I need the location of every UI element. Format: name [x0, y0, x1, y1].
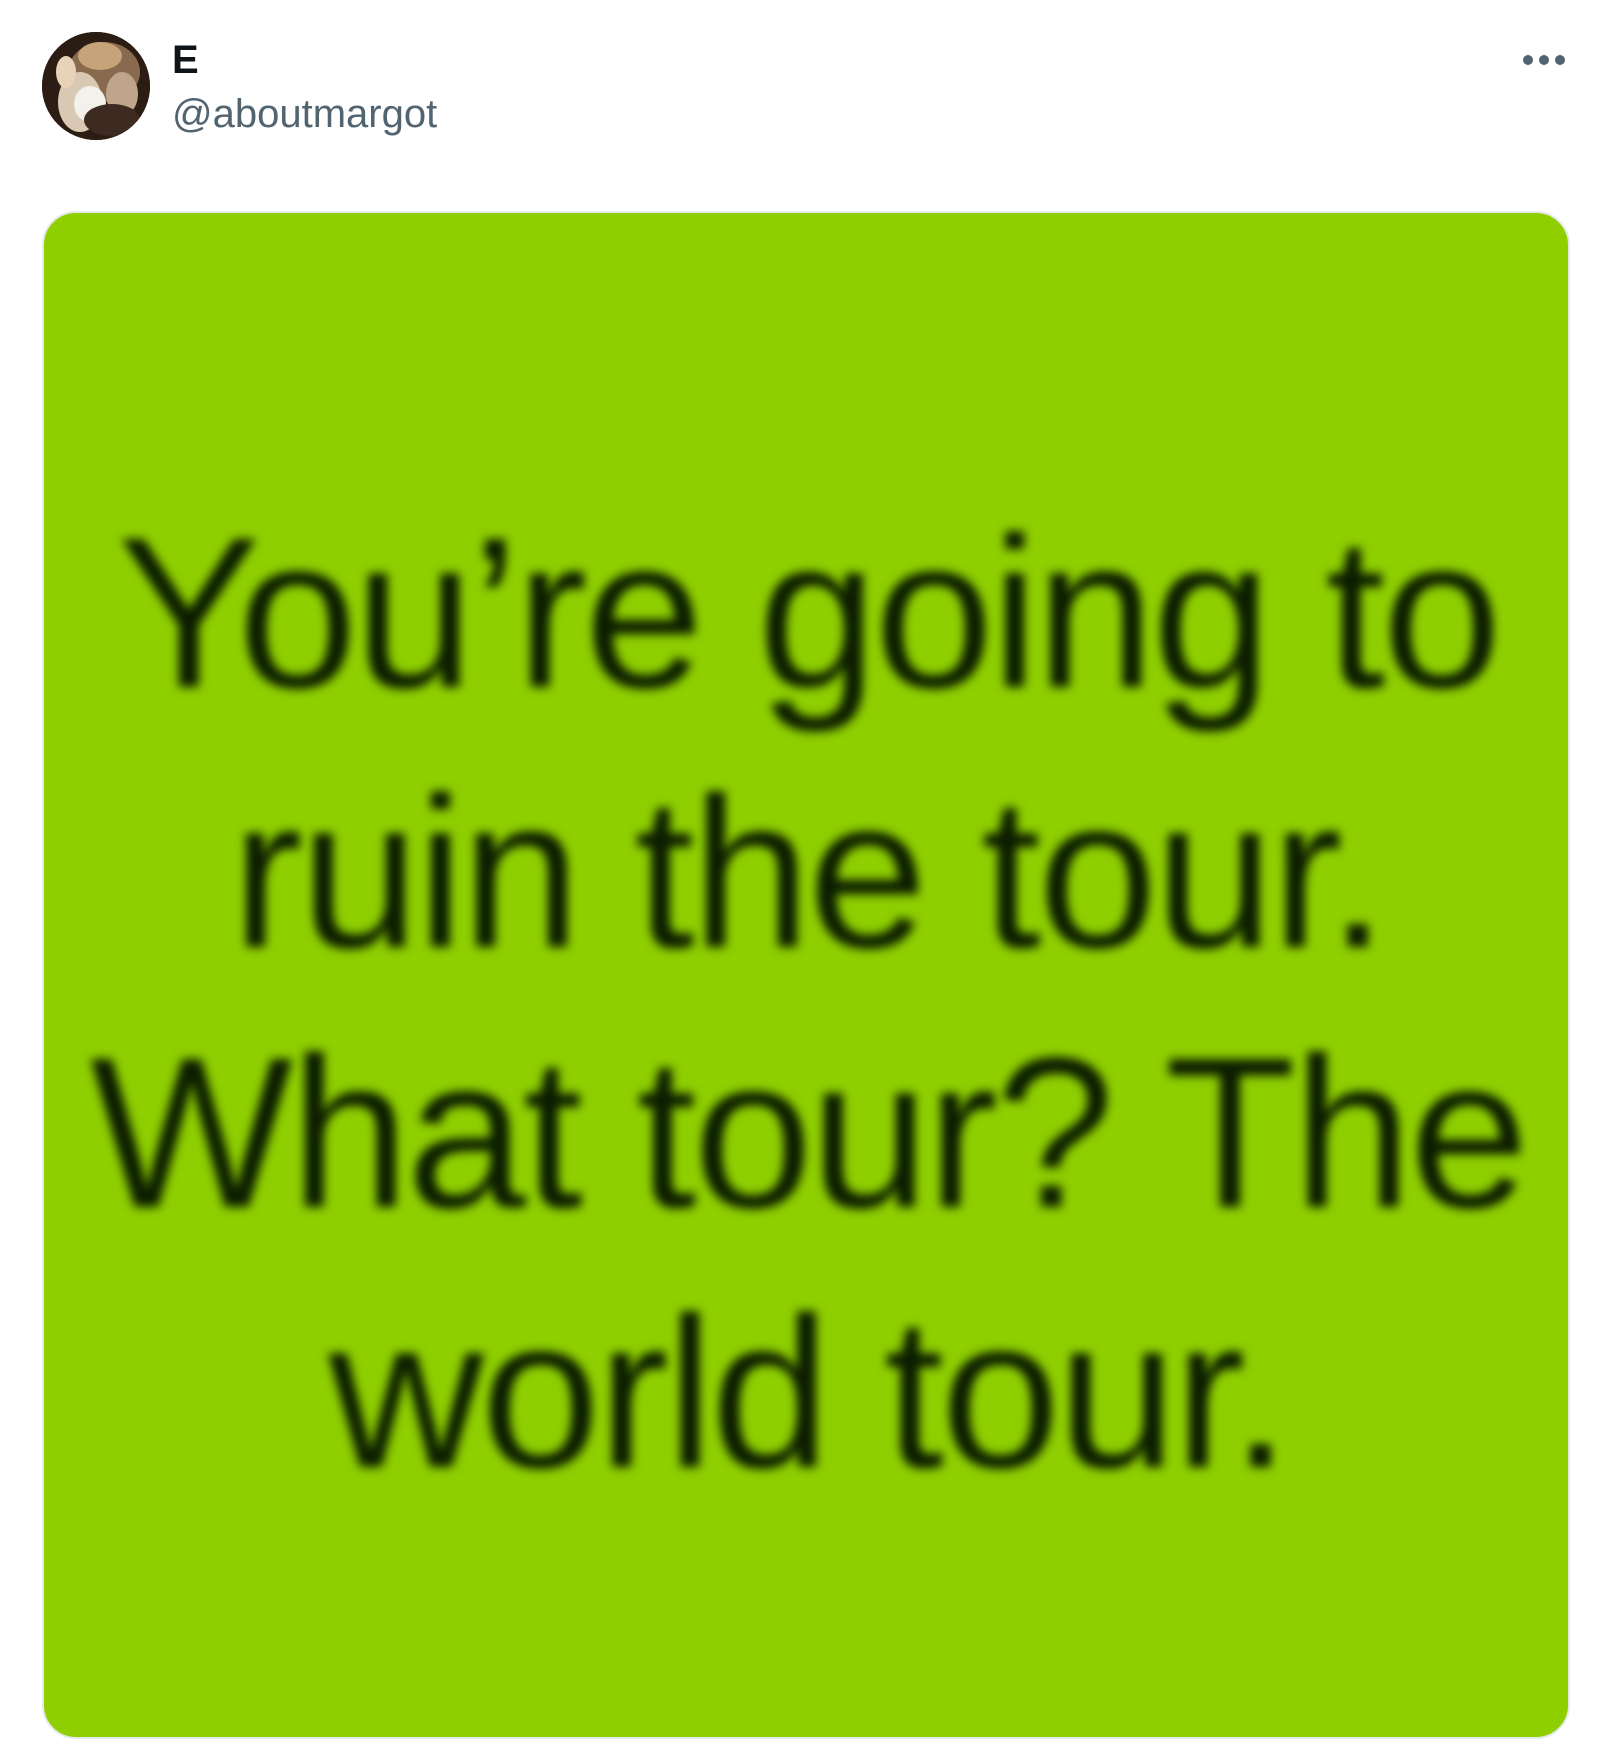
more-options-button[interactable] [1512, 38, 1576, 82]
avatar[interactable] [42, 32, 150, 140]
media-caption-text: You’re going to ruin the tour. What tour… [90, 492, 1529, 1513]
ellipsis-icon [1523, 55, 1565, 65]
user-handle[interactable]: @aboutmargot [172, 92, 437, 136]
avatar-image [42, 32, 150, 140]
display-name[interactable]: E [172, 38, 199, 82]
tweet-media-image[interactable]: You’re going to ruin the tour. What tour… [42, 211, 1570, 1739]
tweet: E @aboutmargot You’re going to ruin the … [0, 0, 1600, 1758]
